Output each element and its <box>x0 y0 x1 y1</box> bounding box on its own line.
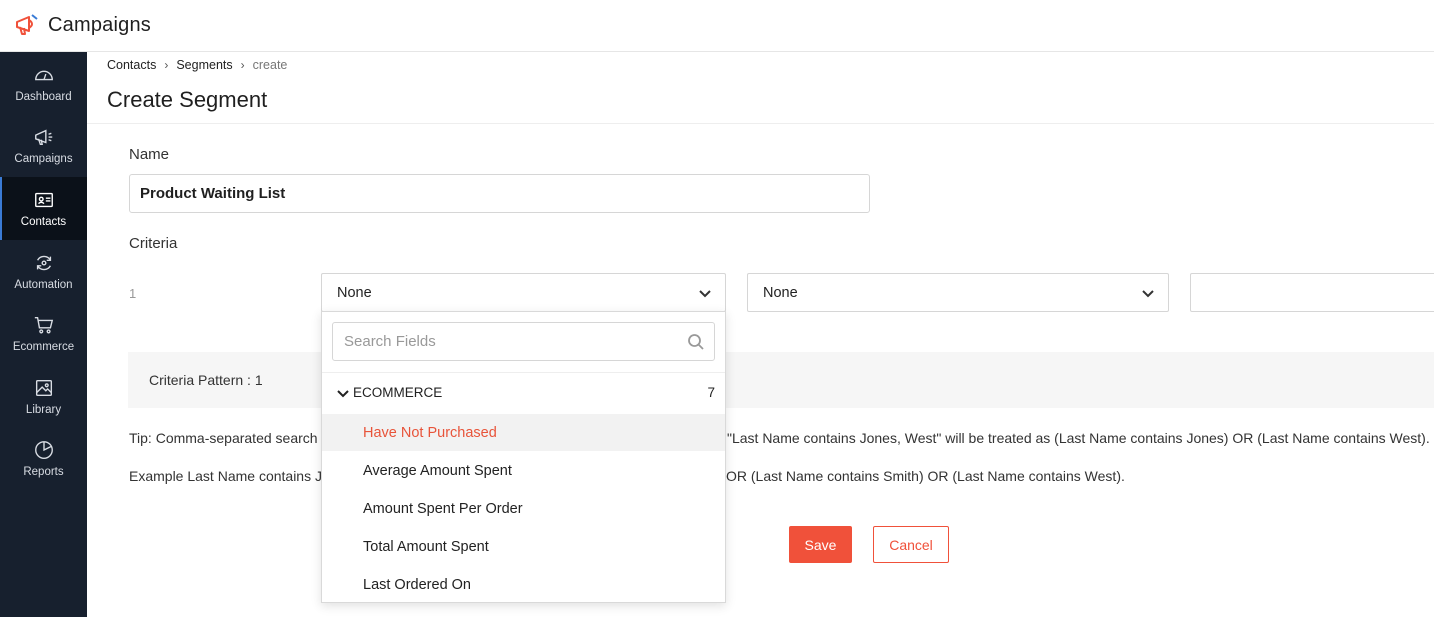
pie-chart-icon <box>34 441 53 460</box>
search-icon <box>687 333 705 351</box>
megaphone-icon <box>34 129 52 146</box>
save-button[interactable]: Save <box>789 526 852 563</box>
sidebar-item-label: Ecommerce <box>12 341 75 354</box>
breadcrumb: Contacts › Segments › create <box>107 58 287 72</box>
sidebar-item-label: Reports <box>23 466 64 479</box>
sidebar-item-reports[interactable]: Reports <box>0 428 87 491</box>
dropdown-group-count: 7 <box>707 385 715 400</box>
dropdown-item[interactable]: Last Ordered On <box>322 566 725 602</box>
dropdown-item[interactable]: Total Amount Spent <box>322 528 725 565</box>
sidebar-item-automation[interactable]: Automation <box>0 240 87 303</box>
name-label: Name <box>129 146 170 163</box>
sidebar-item-label: Automation <box>14 278 73 291</box>
search-fields-input[interactable]: Search Fields <box>332 322 715 361</box>
dropdown-item[interactable]: Average Amount Spent <box>322 452 725 489</box>
image-library-icon <box>35 379 52 396</box>
segment-name-input[interactable] <box>129 174 870 213</box>
example-text-end: OR (Last Name contains Smith) OR (Last N… <box>726 468 1125 484</box>
search-fields-placeholder: Search Fields <box>344 333 436 350</box>
breadcrumb-link-contacts[interactable]: Contacts <box>107 58 156 72</box>
sidebar-item-label: Campaigns <box>14 153 73 166</box>
dropdown-item[interactable]: Amount Spent Per Order <box>322 490 725 527</box>
campaigns-logo-icon <box>14 13 40 39</box>
cancel-button[interactable]: Cancel <box>873 526 949 563</box>
criteria-value-input[interactable] <box>1190 273 1434 312</box>
sidebar-item-campaigns[interactable]: Campaigns <box>0 115 87 178</box>
tip-text-start: Tip: Comma-separated search <box>129 430 318 446</box>
app-title: Campaigns <box>48 14 151 36</box>
example-text-start: Example Last Name contains J <box>129 468 322 484</box>
sidebar-item-ecommerce[interactable]: Ecommerce <box>0 302 87 365</box>
sidebar-item-label: Contacts <box>20 215 67 228</box>
criteria-field-select[interactable]: None <box>321 273 726 312</box>
page-title: Create Segment <box>107 87 268 112</box>
chevron-right-icon: › <box>164 58 169 72</box>
sidebar-item-contacts[interactable]: Contacts <box>0 177 87 240</box>
criteria-pattern-text: Criteria Pattern : 1 <box>149 372 263 388</box>
criteria-operator-value: None <box>763 284 798 301</box>
criteria-row-number: 1 <box>129 286 137 301</box>
dashboard-gauge-icon <box>34 70 53 81</box>
top-bar: Campaigns <box>0 0 1434 52</box>
sidebar-item-label: Library <box>25 403 62 416</box>
criteria-operator-select[interactable]: None <box>747 273 1169 312</box>
dropdown-item[interactable]: Have Not Purchased <box>322 414 725 451</box>
dropdown-group-ecommerce[interactable]: ECOMMERCE 7 <box>322 373 725 413</box>
shopping-cart-icon <box>34 317 53 334</box>
breadcrumb-current: create <box>252 58 288 72</box>
criteria-label: Criteria <box>129 235 178 252</box>
chevron-down-icon <box>336 386 350 400</box>
chevron-right-icon: › <box>240 58 245 72</box>
sidebar-item-dashboard[interactable]: Dashboard <box>0 52 87 115</box>
dropdown-group-name: ECOMMERCE <box>353 385 443 400</box>
field-dropdown-menu: Search Fields ECOMMERCE 7 Have Not Purch… <box>321 311 726 603</box>
sidebar: Dashboard Campaigns Contacts Automation … <box>0 52 87 617</box>
chevron-down-icon <box>1140 285 1156 301</box>
criteria-field-value: None <box>337 284 372 301</box>
chevron-down-icon <box>697 285 713 301</box>
tip-text-end: "Last Name contains Jones, West" will be… <box>727 430 1430 446</box>
title-divider <box>87 123 1434 124</box>
sidebar-item-label: Dashboard <box>15 90 72 103</box>
main-content: Contacts › Segments › create Create Segm… <box>87 52 1434 617</box>
app-window: Campaigns Dashboard Campaigns Contacts A… <box>0 0 1434 617</box>
sidebar-item-library[interactable]: Library <box>0 365 87 428</box>
contact-card-icon <box>34 192 53 208</box>
breadcrumb-link-segments[interactable]: Segments <box>176 58 232 72</box>
automation-cycle-icon <box>36 255 51 270</box>
